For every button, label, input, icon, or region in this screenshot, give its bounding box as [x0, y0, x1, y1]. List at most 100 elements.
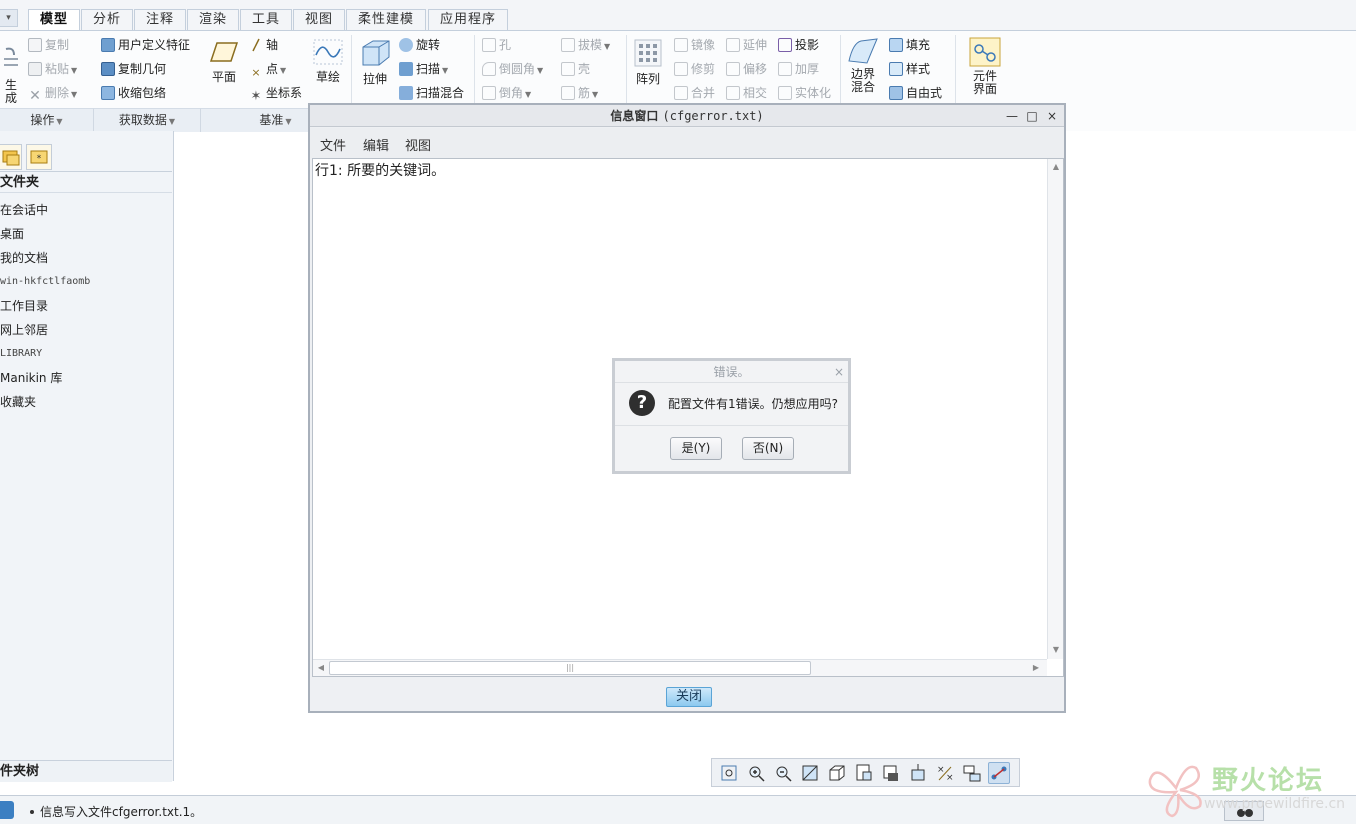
quick-access-dropdown[interactable]: ▾ [0, 9, 18, 27]
tab-analysis[interactable]: 分析 [81, 9, 134, 30]
intersect-button[interactable]: 相交 [726, 83, 767, 103]
tab-model[interactable]: 模型 [28, 9, 81, 31]
close-icon[interactable]: × [834, 361, 844, 383]
swept-blend-button[interactable]: 扫描混合 [399, 83, 464, 103]
chevron-down-icon: ▼ [56, 117, 63, 126]
project-button[interactable]: 投影 [778, 35, 819, 55]
status-icon[interactable] [0, 801, 14, 819]
sweep-button[interactable]: 扫描 ▼ [399, 59, 448, 79]
paste-button[interactable]: 粘贴 ▼ [28, 59, 77, 79]
repaint-button[interactable] [799, 762, 821, 784]
component-interface-button[interactable]: 元件 界面 [965, 37, 1005, 96]
datum-display-button[interactable] [907, 762, 929, 784]
close-button[interactable]: 关闭 [666, 687, 712, 707]
scroll-down-icon[interactable]: ▼ [1049, 643, 1063, 657]
nav-item-host[interactable]: win-hkfctlfaomb [0, 271, 90, 293]
round-button[interactable]: 倒圆角 ▼ [482, 59, 543, 79]
udf-button[interactable]: 用户定义特征 [101, 35, 190, 55]
nav-item-working-directory[interactable]: 工作目录 [0, 295, 48, 317]
yes-button[interactable]: 是(Y) [670, 437, 722, 460]
revolve-button[interactable]: 旋转 [399, 35, 440, 55]
plane-button[interactable]: 平面 [207, 39, 241, 84]
rib-icon [561, 86, 575, 100]
tab-view[interactable]: 视图 [293, 9, 346, 30]
offset-button[interactable]: 偏移 [726, 59, 767, 79]
favorites-tab[interactable]: * [26, 144, 52, 170]
no-button[interactable]: 否(N) [742, 437, 794, 460]
tab-render[interactable]: 渲染 [187, 9, 240, 30]
refit-button[interactable] [718, 762, 740, 784]
axis-button[interactable]: 轴 [249, 35, 278, 55]
info-content-line: 行1: 所要的关键词。 [315, 163, 446, 179]
nav-item-in-session[interactable]: 在会话中 [0, 199, 48, 221]
nav-item-favorites[interactable]: 收藏夹 [0, 391, 36, 413]
mirror-button[interactable]: 镜像 [674, 35, 715, 55]
model-tree-tab[interactable] [0, 144, 22, 170]
operations-footer-label: 操作 [30, 113, 55, 127]
tab-tools[interactable]: 工具 [240, 9, 293, 30]
chamfer-button[interactable]: 倒角 ▼ [482, 83, 531, 103]
extend-button[interactable]: 延伸 [726, 35, 767, 55]
nav-item-my-documents[interactable]: 我的文档 [0, 247, 48, 269]
copy-geometry-button[interactable]: 复制几何 [101, 59, 166, 79]
rib-button[interactable]: 筋 ▼ [561, 83, 598, 103]
maximize-icon[interactable]: □ [1024, 105, 1040, 127]
csys-display-button[interactable] [961, 762, 983, 784]
tab-annotate[interactable]: 注释 [134, 9, 187, 30]
hole-button[interactable]: 孔 [482, 35, 511, 55]
get-data-group-footer[interactable]: 获取数据 ▼ [94, 108, 201, 132]
regenerate-button[interactable]: 生成 [0, 45, 22, 105]
delete-button[interactable]: ✕ 删除 ▼ [28, 83, 77, 103]
scroll-left-icon[interactable]: ◀ [314, 661, 328, 675]
info-window-titlebar[interactable]: 信息窗口 (cfgerror.txt) [310, 105, 1064, 127]
shell-button[interactable]: 壳 [561, 59, 590, 79]
nav-item-manikin-library[interactable]: Manikin 库 [0, 367, 62, 389]
operations-group-footer[interactable]: 操作 ▼ [0, 108, 94, 132]
pattern-button[interactable]: 阵列 [630, 39, 666, 86]
minimize-icon[interactable]: — [1004, 105, 1020, 127]
scroll-up-icon[interactable]: ▲ [1049, 160, 1063, 174]
display-style-button[interactable] [880, 762, 902, 784]
point-display-button[interactable]: × × [934, 762, 956, 784]
menu-edit[interactable]: 编辑 [363, 135, 389, 154]
nav-item-library[interactable]: LIBRARY [0, 343, 42, 365]
point-button[interactable]: × 点 ▼ [249, 59, 286, 79]
tab-flexible-modeling[interactable]: 柔性建模 [346, 9, 427, 30]
nav-item-network[interactable]: 网上邻居 [0, 319, 48, 341]
solidify-button[interactable]: 实体化 [778, 83, 831, 103]
saved-orientations-button[interactable] [826, 762, 848, 784]
watermark-url: www.proewildfire.cn [1204, 796, 1346, 812]
boundary-blend-button[interactable]: 边界 混合 [845, 37, 881, 94]
folder-tree-footer[interactable]: 件夹树 [0, 760, 172, 782]
style-button[interactable]: 样式 [889, 59, 930, 79]
tab-applications[interactable]: 应用程序 [428, 9, 509, 30]
zoom-out-button[interactable] [772, 762, 794, 784]
draft-button[interactable]: 拔模 ▼ [561, 35, 610, 55]
freestyle-button[interactable]: 自由式 [889, 83, 942, 103]
view-manager-button[interactable] [853, 762, 875, 784]
menu-file[interactable]: 文件 [320, 135, 346, 154]
copy-button[interactable]: 复制 [28, 35, 69, 55]
extrude-button[interactable]: 拉伸 [357, 37, 393, 86]
shrinkwrap-button[interactable]: 收缩包络 [101, 83, 166, 103]
trim-button[interactable]: 修剪 [674, 59, 715, 79]
sketch-button[interactable]: 草绘 [310, 39, 346, 84]
csys-button[interactable]: ✶ 坐标系 [249, 83, 302, 104]
intersect-icon [726, 86, 740, 100]
component-interface-label-1: 元件 [972, 69, 997, 83]
get-data-footer-label: 获取数据 [118, 113, 167, 127]
fill-button[interactable]: 填充 [889, 35, 930, 55]
annotation-display-button[interactable] [988, 762, 1010, 784]
zoom-in-button[interactable] [745, 762, 767, 784]
thicken-button[interactable]: 加厚 [778, 59, 819, 79]
vertical-scrollbar[interactable]: ▲ ▼ [1047, 159, 1063, 659]
nav-item-desktop[interactable]: 桌面 [0, 223, 24, 245]
scroll-right-icon[interactable]: ▶ [1029, 661, 1043, 675]
extend-label: 延伸 [743, 38, 768, 52]
horizontal-scrollbar[interactable]: ◀ ||| ▶ [313, 659, 1047, 676]
horizontal-scroll-thumb[interactable]: ||| [329, 661, 811, 675]
menu-view[interactable]: 视图 [405, 135, 431, 154]
close-icon[interactable]: × [1044, 105, 1060, 127]
chamfer-label: 倒角 [499, 86, 524, 100]
merge-button[interactable]: 合并 [674, 83, 715, 103]
